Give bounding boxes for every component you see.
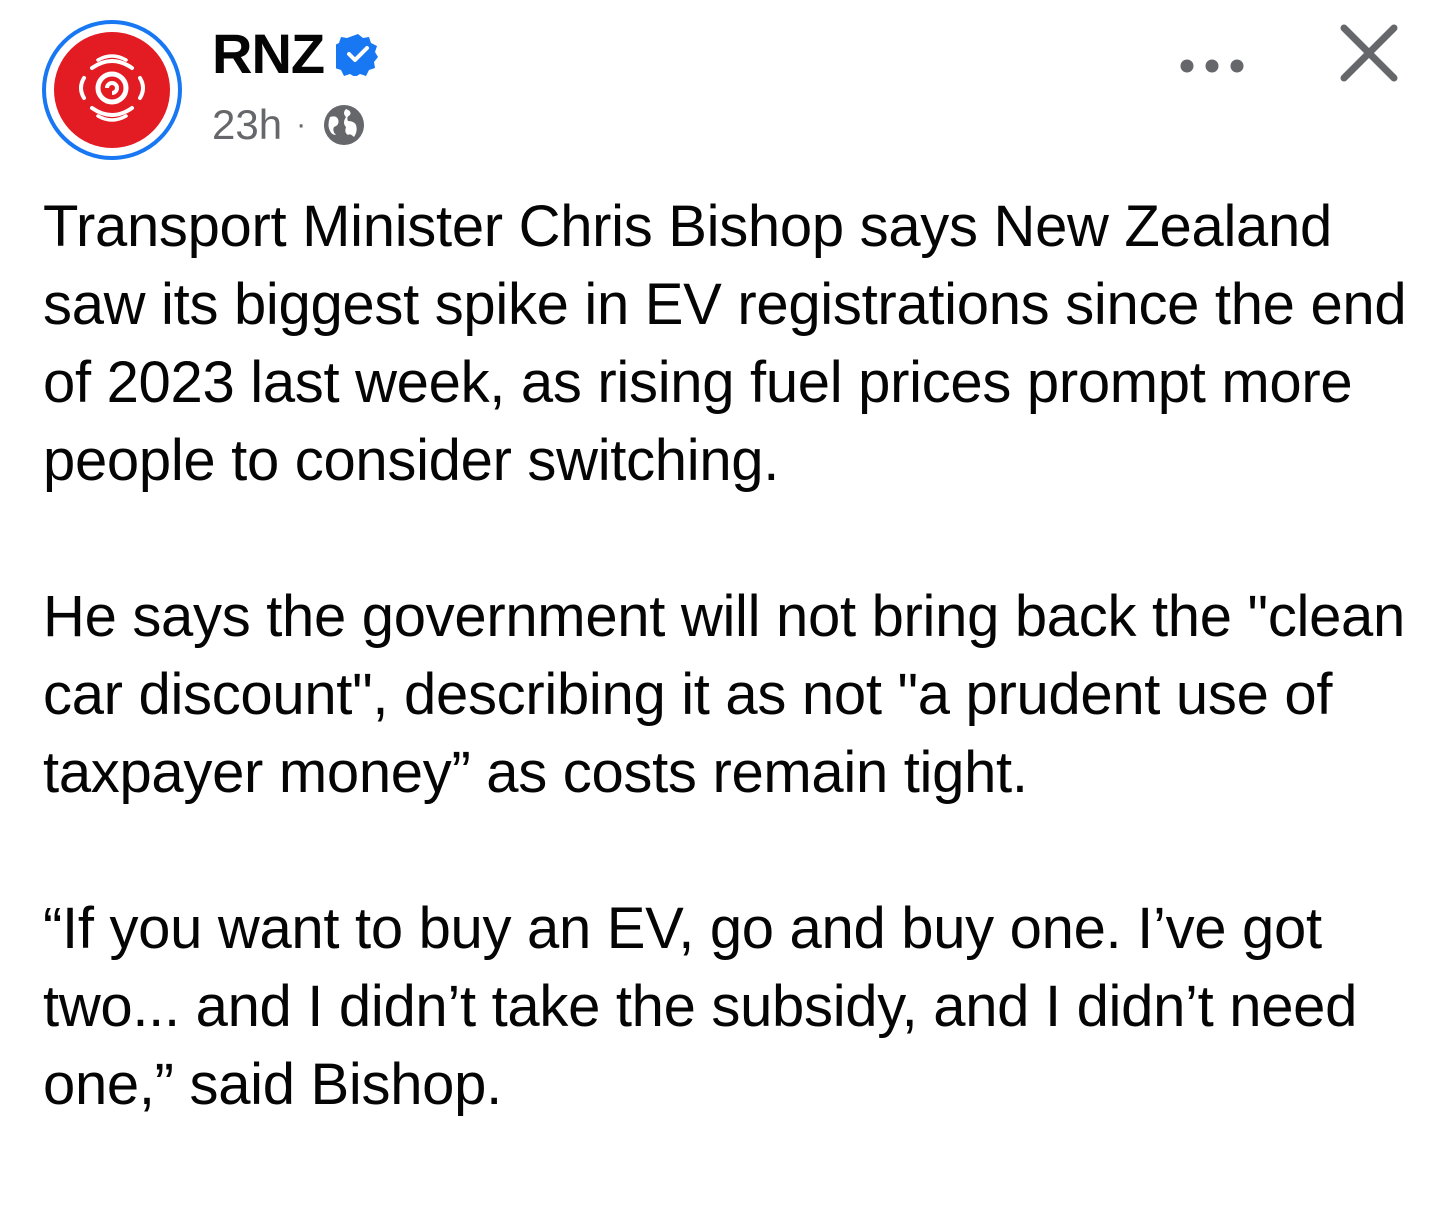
meta-separator: · — [296, 108, 307, 141]
globe-icon — [320, 101, 368, 149]
close-icon — [1340, 24, 1398, 82]
more-options-button[interactable] — [1172, 40, 1252, 92]
avatar[interactable] — [42, 20, 182, 160]
author-row: RNZ — [212, 24, 380, 84]
more-options-icon — [1180, 59, 1244, 73]
post-header: RNZ 23h · — [42, 20, 1402, 165]
post-body: Transport Minister Chris Bishop says New… — [43, 188, 1413, 1202]
post-paragraph-2: He says the government will not bring ba… — [43, 584, 1405, 805]
verified-badge-icon — [332, 32, 380, 77]
close-button[interactable] — [1336, 20, 1402, 86]
post-paragraph-1: Transport Minister Chris Bishop says New… — [43, 194, 1407, 493]
post-timestamp[interactable]: 23h — [212, 101, 282, 149]
rnz-logo-icon — [54, 32, 170, 148]
facebook-post: RNZ 23h · Transport Minister Chris Bisho… — [0, 0, 1440, 1229]
page-name[interactable]: RNZ — [212, 24, 325, 84]
post-paragraph-3: “If you want to buy an EV, go and buy on… — [43, 896, 1358, 1117]
post-meta: 23h · — [212, 100, 368, 150]
